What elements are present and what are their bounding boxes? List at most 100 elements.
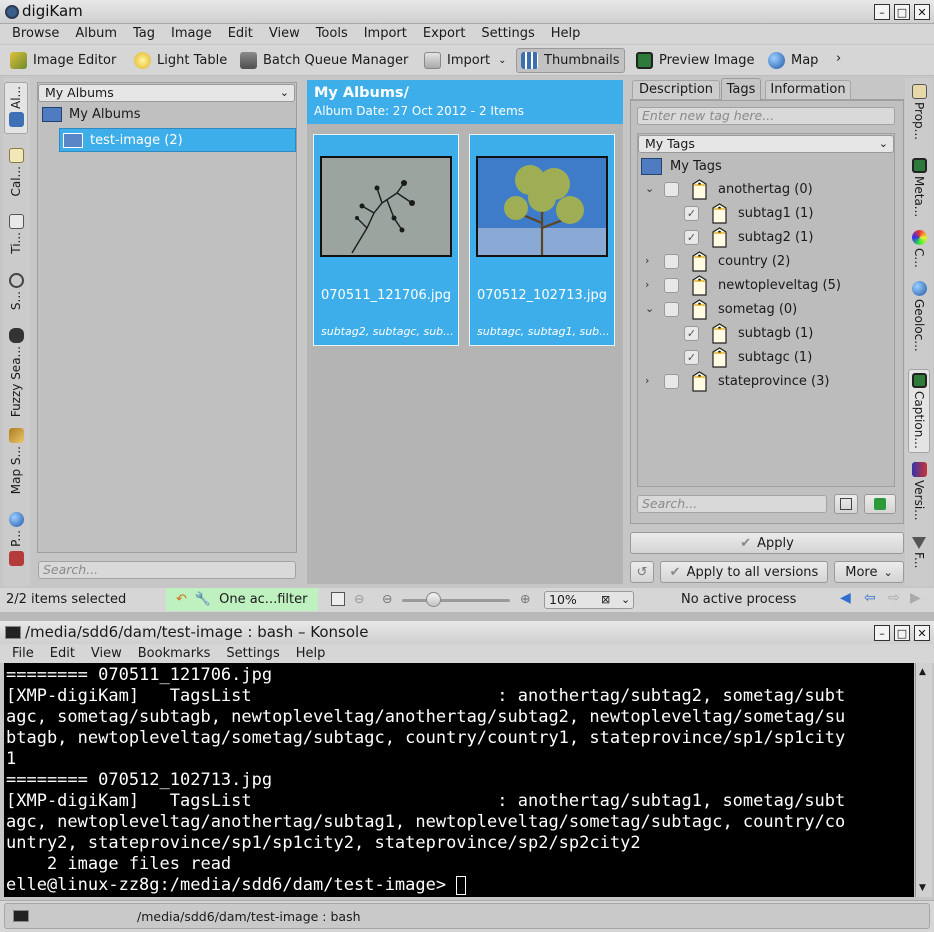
zoom-out-small-icon[interactable]: ⊖: [354, 591, 364, 606]
album-root[interactable]: My Albums: [42, 107, 140, 122]
tag-expand-icon[interactable]: ›: [645, 374, 649, 387]
menu-import[interactable]: Import: [358, 24, 413, 41]
tag-expand-icon[interactable]: ⌄: [645, 182, 654, 195]
konsole-menu-help[interactable]: Help: [290, 644, 332, 661]
tag-row[interactable]: anothertag (0): [664, 178, 813, 200]
tab-description[interactable]: Description: [632, 80, 720, 100]
zoom-in-icon[interactable]: ⊕: [520, 591, 530, 606]
tag-edit-button[interactable]: [834, 494, 858, 514]
zoom-fit-icon[interactable]: [331, 592, 345, 606]
tag-add-button[interactable]: [864, 494, 896, 514]
maximize-button[interactable]: □: [894, 4, 910, 20]
konsole-menu-edit[interactable]: Edit: [44, 644, 81, 661]
menu-tools[interactable]: Tools: [310, 24, 354, 41]
konsole-tab[interactable]: /media/sdd6/dam/test-image : bash: [4, 903, 930, 929]
image-editor-button[interactable]: Image Editor: [6, 48, 120, 73]
tag-row[interactable]: stateprovince (3): [664, 370, 829, 392]
tab-search[interactable]: S...: [4, 273, 28, 310]
album-test-image[interactable]: test-image (2): [59, 128, 296, 152]
tag-expand-icon[interactable]: ⌄: [645, 302, 654, 315]
terminal-output[interactable]: ======== 070511_121706.jpg [XMP-digiKam] …: [4, 663, 914, 897]
zoom-slider-handle[interactable]: [426, 592, 441, 607]
tag-checkbox-checked[interactable]: ✓: [684, 205, 699, 221]
tag-checkbox-checked[interactable]: ✓: [684, 229, 699, 245]
tag-checkbox-checked[interactable]: ✓: [684, 349, 699, 365]
tag-row[interactable]: ✓ subtag1 (1): [684, 202, 813, 224]
konsole-close-button[interactable]: ✕: [914, 625, 930, 641]
previous-item-icon[interactable]: ⇦: [864, 590, 876, 606]
terminal-scrollbar[interactable]: ▲ ▼: [915, 663, 932, 897]
tab-captions[interactable]: Caption...: [908, 369, 930, 453]
tag-row[interactable]: ✓ subtag2 (1): [684, 226, 813, 248]
tag-row[interactable]: sometag (0): [664, 298, 797, 320]
konsole-minimize-button[interactable]: –: [874, 625, 890, 641]
thumbnail-item[interactable]: 070511_121706.jpg subtag2, subtagc, sub.…: [313, 134, 459, 346]
revert-button[interactable]: ↺: [630, 561, 654, 583]
tag-root[interactable]: My Tags: [641, 155, 722, 177]
tag-row[interactable]: ✓ subtagb (1): [684, 322, 813, 344]
tab-information[interactable]: Information: [765, 80, 851, 100]
zoom-out-icon[interactable]: ⊖: [382, 591, 392, 606]
tab-colors[interactable]: C...: [906, 230, 932, 268]
light-table-button[interactable]: Light Table: [130, 48, 231, 73]
tab-properties[interactable]: Prop...: [906, 84, 932, 140]
tab-calendar[interactable]: Cal...: [4, 148, 28, 197]
tag-checkbox[interactable]: [664, 277, 679, 293]
scroll-down-icon[interactable]: ▼: [919, 883, 926, 893]
konsole-menu-file[interactable]: File: [6, 644, 40, 661]
menu-export[interactable]: Export: [417, 24, 472, 41]
map-button[interactable]: Map: [764, 48, 822, 73]
last-item-icon[interactable]: ▶: [910, 590, 921, 606]
thumbnail-item[interactable]: 070512_102713.jpg subtagc, subtag1, sub.…: [469, 134, 615, 346]
konsole-menu-bookmarks[interactable]: Bookmarks: [132, 644, 217, 661]
tag-checkbox[interactable]: [664, 301, 679, 317]
tab-tags[interactable]: Tags: [721, 78, 761, 101]
menu-edit[interactable]: Edit: [222, 24, 259, 41]
toolbar-overflow-icon[interactable]: ›: [836, 51, 841, 66]
zoom-slider[interactable]: [402, 599, 510, 602]
konsole-menu-settings[interactable]: Settings: [220, 644, 285, 661]
tab-geolocation[interactable]: Geoloc...: [906, 281, 932, 352]
menu-browse[interactable]: Browse: [6, 24, 65, 41]
albums-search-input[interactable]: Search...: [38, 561, 296, 579]
konsole-titlebar[interactable]: /media/sdd6/dam/test-image : bash – Kons…: [0, 621, 934, 644]
tags-search-input[interactable]: Search...: [637, 495, 827, 513]
zoom-combo[interactable]: 10% ⊠ ⌄: [544, 591, 634, 609]
tab-map-search[interactable]: Map S...: [4, 428, 28, 494]
tag-row[interactable]: newtopleveltag (5): [664, 274, 841, 296]
apply-button[interactable]: ✔ Apply: [630, 532, 904, 554]
menu-image[interactable]: Image: [165, 24, 218, 41]
tag-checkbox[interactable]: [664, 373, 679, 389]
menu-help[interactable]: Help: [545, 24, 587, 41]
tags-combo[interactable]: My Tags ⌄: [638, 135, 894, 153]
first-item-icon[interactable]: ◀: [840, 590, 851, 606]
tab-people[interactable]: P...: [4, 512, 28, 569]
close-button[interactable]: ✕: [914, 4, 930, 20]
tab-timeline[interactable]: Ti...: [4, 214, 28, 254]
tag-row[interactable]: ✓ subtagc (1): [684, 346, 812, 368]
tag-checkbox[interactable]: [664, 181, 679, 197]
import-button[interactable]: Import ⌄: [420, 48, 511, 73]
tab-albums[interactable]: Al...: [4, 82, 28, 134]
tab-filters[interactable]: F...: [906, 537, 932, 568]
konsole-menu-view[interactable]: View: [85, 644, 128, 661]
tag-checkbox-checked[interactable]: ✓: [684, 325, 699, 341]
tag-row[interactable]: country (2): [664, 250, 790, 272]
digikam-titlebar[interactable]: digiKam – □ ✕: [0, 0, 934, 24]
tab-versions[interactable]: Versi...: [906, 462, 932, 521]
next-item-icon[interactable]: ⇨: [888, 590, 900, 606]
more-button[interactable]: More ⌄: [834, 561, 904, 583]
menu-view[interactable]: View: [263, 24, 306, 41]
apply-all-versions-button[interactable]: ✔ Apply to all versions: [660, 561, 828, 583]
thumbnails-button[interactable]: Thumbnails: [516, 48, 625, 73]
batch-queue-button[interactable]: Batch Queue Manager: [236, 48, 412, 73]
tag-expand-icon[interactable]: ›: [645, 254, 649, 267]
menu-tag[interactable]: Tag: [127, 24, 161, 41]
minimize-button[interactable]: –: [874, 4, 890, 20]
menu-album[interactable]: Album: [69, 24, 123, 41]
tab-fuzzy-search[interactable]: Fuzzy Sea...: [4, 328, 28, 417]
tab-metadata[interactable]: Meta...: [906, 158, 932, 217]
filter-status[interactable]: ↶ 🔧 One ac...filter: [166, 588, 318, 611]
menu-settings[interactable]: Settings: [475, 24, 540, 41]
new-tag-input[interactable]: Enter new tag here...: [637, 107, 895, 125]
